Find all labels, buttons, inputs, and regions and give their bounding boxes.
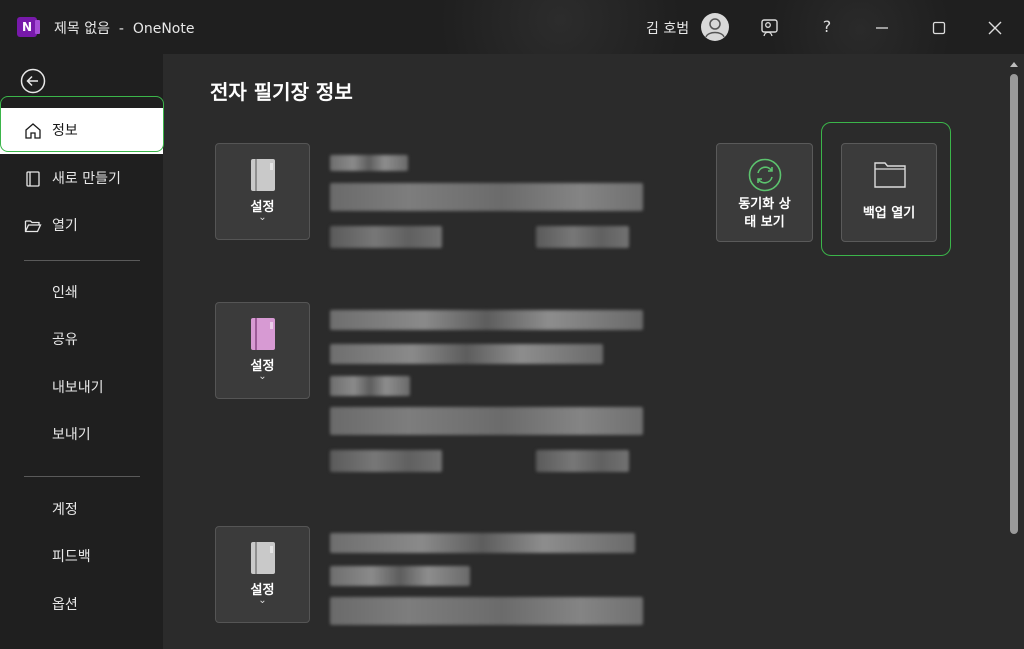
sync-icon [748,158,782,192]
minimize-button[interactable] [862,12,902,42]
feedback-button[interactable] [750,12,790,42]
close-icon [988,21,1002,34]
sidebar-item-label: 인쇄 [52,285,78,301]
vertical-scrollbar[interactable] [1006,56,1022,649]
notebook-meta-redacted [330,226,442,248]
person-icon [705,18,725,38]
sidebar-item-open[interactable]: 열기 [0,203,163,249]
sidebar-item-label: 공유 [52,332,78,348]
maximize-button[interactable] [919,12,959,42]
sidebar-item-send[interactable]: 보내기 [0,412,163,458]
chevron-down-icon: ⌄ [258,595,267,606]
sidebar-divider [24,476,140,477]
back-arrow-icon [20,68,46,94]
notebook-meta-redacted [330,450,442,472]
sidebar-item-feedback[interactable]: 피드백 [0,534,163,580]
minimize-icon [876,26,888,29]
sidebar-item-label: 피드백 [52,549,91,565]
notebook-settings-button[interactable]: 설정 ⌄ [215,526,310,623]
notebook-url-redacted [330,407,643,435]
notebook-name-redacted [330,566,470,586]
notebook-name-redacted [330,344,603,364]
help-button[interactable]: ? [807,12,847,42]
maximize-icon [932,21,946,34]
close-button[interactable] [975,12,1015,42]
highlight-outline [0,96,164,152]
scroll-up-icon[interactable] [1009,60,1019,68]
scroll-thumb[interactable] [1010,74,1018,534]
new-document-icon [26,171,40,187]
feedback-icon [761,18,778,36]
back-button[interactable] [20,68,46,94]
sidebar-item-options[interactable]: 옵션 [0,582,163,628]
sidebar-item-print[interactable]: 인쇄 [0,270,163,316]
notebook-name-redacted [330,155,408,171]
notebook-url-redacted [330,597,643,625]
backstage-sidebar: 정보 새로 만들기 열기 인쇄 공유 내보내기 보내기 계정 피드백 옵션 [0,54,164,649]
highlight-outline [821,122,951,256]
notebook-icon [251,542,275,574]
page-title: 전자 필기장 정보 [210,80,353,104]
sidebar-item-share[interactable]: 공유 [0,317,163,363]
sync-status-label: 동기화 상 태 보기 [738,197,791,230]
notebook-name-redacted [330,376,410,396]
notebook-settings-button[interactable]: 설정 ⌄ [215,302,310,399]
notebook-icon [251,318,275,350]
sidebar-item-account[interactable]: 계정 [0,487,163,533]
notebook-name-redacted [330,310,643,330]
sidebar-item-export[interactable]: 내보내기 [0,365,163,411]
sidebar-item-new[interactable]: 새로 만들기 [0,156,163,202]
sidebar-item-label: 옵션 [52,597,78,613]
sidebar-item-label: 계정 [52,502,78,518]
view-sync-status-button[interactable]: 동기화 상 태 보기 [716,143,813,242]
sidebar-item-label: 내보내기 [52,380,104,396]
sidebar-item-label: 열기 [52,218,78,234]
user-name[interactable]: 김 호범 [646,18,689,38]
folder-open-icon [24,220,42,233]
notebook-icon [251,159,275,191]
sidebar-divider [24,260,140,261]
sidebar-item-label: 새로 만들기 [52,171,121,187]
chevron-down-icon: ⌄ [258,371,267,382]
onenote-logo-icon: N [17,17,40,37]
notebook-url-redacted [330,183,643,211]
chevron-down-icon: ⌄ [258,212,267,223]
avatar[interactable] [701,13,729,41]
notebook-meta-redacted [536,226,629,248]
sidebar-item-label: 보내기 [52,427,91,443]
notebook-name-redacted [330,533,635,553]
notebook-meta-redacted [536,450,629,472]
window-title: 제목 없음 - OneNote [54,21,195,37]
title-bar: N 제목 없음 - OneNote 김 호범 ? [0,0,1024,54]
notebook-settings-button[interactable]: 설정 ⌄ [215,143,310,240]
